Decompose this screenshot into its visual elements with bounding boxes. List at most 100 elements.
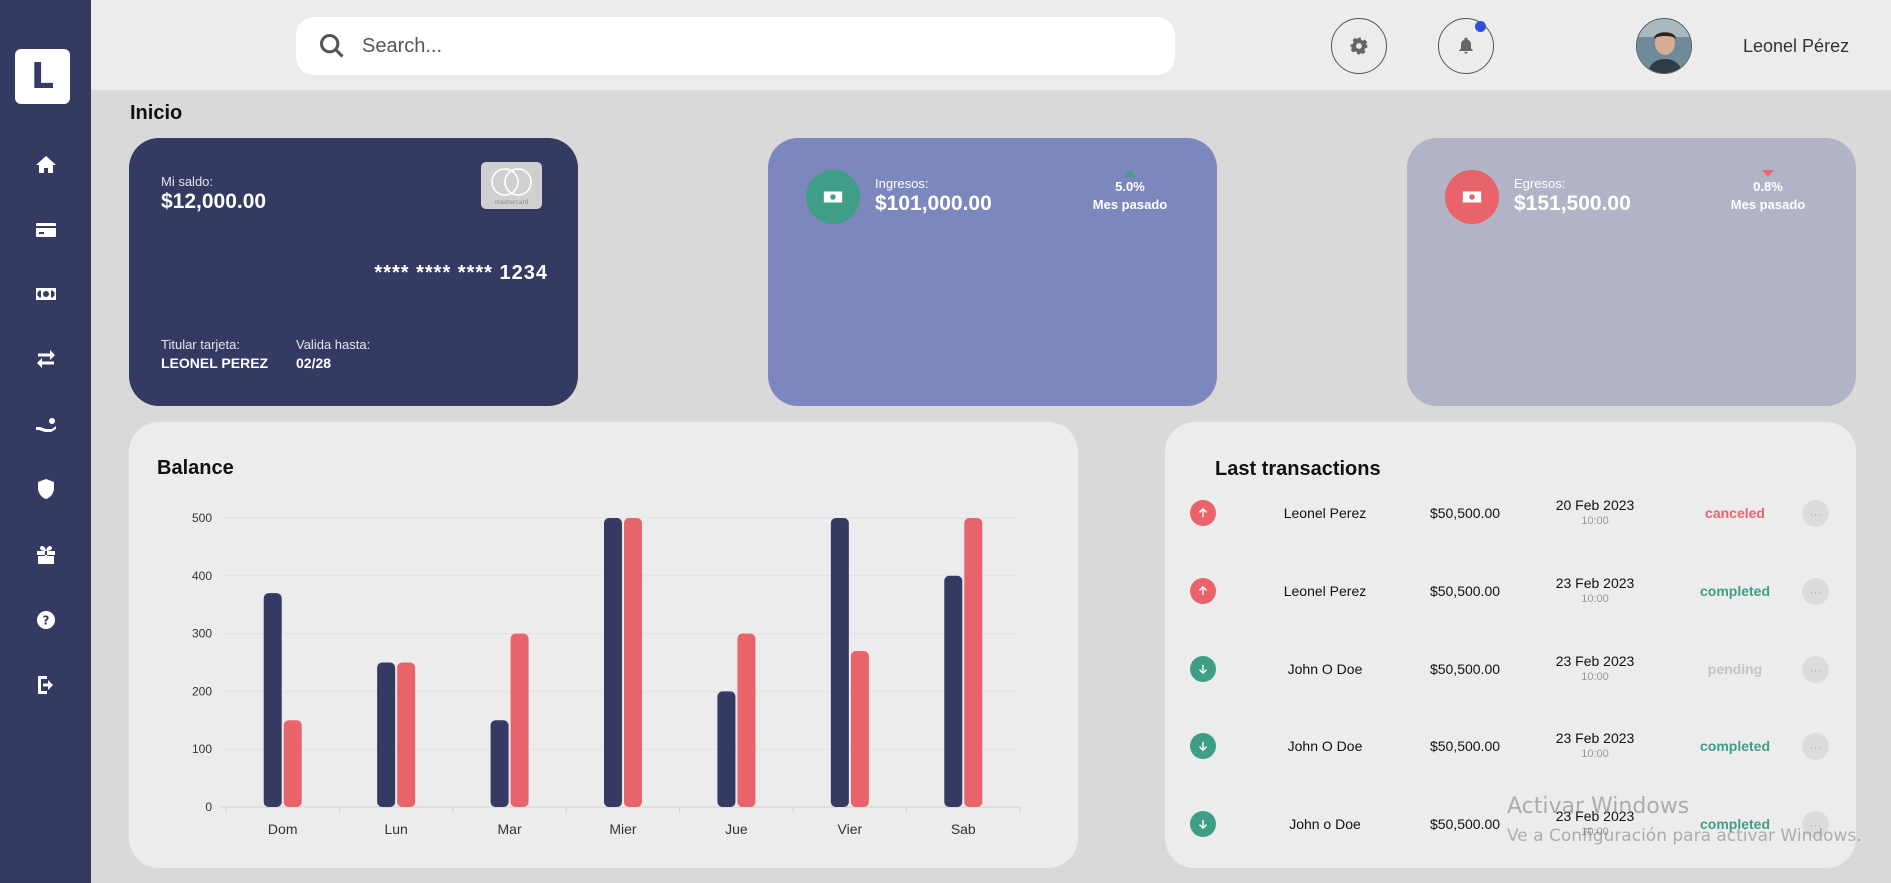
expense-card[interactable]: Egresos: $151,500.00 0.8% Mes pasado xyxy=(1407,138,1856,406)
credit-card-icon xyxy=(35,223,56,237)
income-trend: 5.0% Mes pasado xyxy=(1080,170,1180,212)
transaction-name: John O Doe xyxy=(1287,661,1363,677)
page-title: Inicio xyxy=(130,102,183,124)
x-tick-label: Lun xyxy=(384,821,407,837)
transaction-name: John O Doe xyxy=(1287,738,1363,754)
sidebar-item-home[interactable] xyxy=(0,145,91,185)
money-icon xyxy=(35,288,56,300)
shield-icon xyxy=(37,479,54,499)
transaction-row[interactable]: Leonel Perez $50,500.00 23 Feb 2023 10:00 co… xyxy=(1165,571,1856,611)
balance-card[interactable]: Mi saldo: $12,000.00 mastercard **** ***… xyxy=(129,138,578,406)
transaction-row[interactable]: John O Doe $50,500.00 23 Feb 2023 10:00 comp… xyxy=(1165,726,1856,766)
x-tick-label: Mier xyxy=(609,821,637,837)
expense-amount: $151,500.00 xyxy=(1514,192,1631,215)
income-change: 5.0% xyxy=(1115,179,1145,194)
y-tick-label: 400 xyxy=(192,569,212,583)
bar xyxy=(397,662,416,807)
card-valid-label: Valida hasta: xyxy=(296,337,371,352)
more-options-button[interactable]: ··· xyxy=(1802,733,1829,760)
card-number: **** **** **** 1234 xyxy=(374,262,548,285)
trend-up-icon xyxy=(1124,170,1136,177)
transaction-row[interactable]: John O Doe $50,500.00 23 Feb 2023 10:00 pend… xyxy=(1165,649,1856,689)
x-tick-label: Dom xyxy=(268,821,298,837)
search-icon xyxy=(319,33,344,58)
transaction-direction xyxy=(1190,578,1216,604)
search-box[interactable] xyxy=(296,17,1175,75)
sidebar-item-rewards[interactable] xyxy=(0,535,91,575)
expense-coin xyxy=(1445,170,1499,224)
arrow-down-icon xyxy=(1199,664,1207,675)
y-tick-label: 500 xyxy=(192,511,212,525)
balance-label: Mi saldo: xyxy=(161,174,214,189)
bar xyxy=(624,518,642,807)
bar xyxy=(283,720,302,807)
more-options-button[interactable]: ··· xyxy=(1802,656,1829,683)
transaction-row[interactable]: Leonel Perez $50,500.00 20 Feb 2023 10:00 ca… xyxy=(1165,493,1856,533)
transaction-date: 23 Feb 2023 xyxy=(1555,653,1635,669)
card-valid-date: 02/28 xyxy=(296,355,332,371)
top-bar: Leonel Pérez xyxy=(91,0,1891,90)
transaction-amount: $50,500.00 xyxy=(1429,505,1501,521)
avatar[interactable] xyxy=(1636,18,1692,74)
card-holder: LEONEL PEREZ xyxy=(161,355,269,371)
income-coin xyxy=(806,170,860,224)
bar xyxy=(717,691,736,807)
bar xyxy=(964,518,983,807)
trend-down-icon xyxy=(1762,170,1774,177)
transaction-amount: $50,500.00 xyxy=(1429,583,1501,599)
transaction-time: 10:00 xyxy=(1581,671,1609,683)
card-holder-label: Titular tarjeta: xyxy=(161,337,240,352)
transaction-time: 10:00 xyxy=(1581,748,1609,760)
watermark-subtitle: Ve a Configuración para activar Windows. xyxy=(1507,826,1862,846)
transaction-time: 10:00 xyxy=(1581,593,1609,605)
transaction-direction xyxy=(1190,500,1216,526)
bar xyxy=(377,662,396,807)
y-tick-label: 100 xyxy=(192,742,212,756)
income-card[interactable]: Ingresos: $101,000.00 5.0% Mes pasado xyxy=(768,138,1217,406)
transaction-status: pending xyxy=(1707,661,1763,677)
transaction-time: 10:00 xyxy=(1581,515,1609,527)
income-amount: $101,000.00 xyxy=(875,192,992,215)
bar xyxy=(604,518,622,807)
sidebar-item-help[interactable]: ? xyxy=(0,600,91,640)
x-tick-label: Jue xyxy=(725,821,748,837)
user-name[interactable]: Leonel Pérez xyxy=(1743,36,1849,57)
settings-button[interactable] xyxy=(1331,18,1387,74)
sidebar-item-transfers[interactable] xyxy=(0,339,91,379)
card-number-last: 1234 xyxy=(499,262,548,284)
money-icon xyxy=(823,191,843,203)
app-logo[interactable]: L xyxy=(15,49,70,104)
x-tick-label: Mar xyxy=(498,821,522,837)
transfer-icon xyxy=(36,350,55,368)
y-tick-label: 300 xyxy=(192,627,212,641)
sidebar-item-cards[interactable] xyxy=(0,210,91,250)
svg-text:?: ? xyxy=(42,614,49,628)
transaction-direction xyxy=(1190,656,1216,682)
notification-dot xyxy=(1475,21,1486,32)
x-tick-label: Sab xyxy=(951,821,976,837)
home-icon xyxy=(35,156,56,173)
transaction-amount: $50,500.00 xyxy=(1429,738,1501,754)
sidebar-item-loans[interactable] xyxy=(0,404,91,444)
logout-icon xyxy=(37,676,53,694)
gift-icon xyxy=(36,546,55,564)
search-input[interactable] xyxy=(362,27,1142,65)
more-options-button[interactable]: ··· xyxy=(1802,578,1829,605)
transaction-amount: $50,500.00 xyxy=(1429,661,1501,677)
sidebar-item-security[interactable] xyxy=(0,469,91,509)
transaction-date: 23 Feb 2023 xyxy=(1555,730,1635,746)
income-period: Mes pasado xyxy=(1092,197,1168,212)
notifications-button[interactable] xyxy=(1438,18,1494,74)
transaction-date: 20 Feb 2023 xyxy=(1555,497,1635,513)
y-tick-label: 0 xyxy=(205,800,212,814)
sidebar-item-logout[interactable] xyxy=(0,665,91,705)
sidebar: L ? xyxy=(0,0,91,883)
expense-label: Egresos: xyxy=(1514,176,1566,191)
sidebar-item-money[interactable] xyxy=(0,274,91,314)
more-options-button[interactable]: ··· xyxy=(1802,500,1829,527)
bar xyxy=(830,518,849,807)
transaction-direction xyxy=(1190,811,1216,837)
bar xyxy=(944,575,963,807)
arrow-up-icon xyxy=(1199,507,1207,518)
bell-icon xyxy=(1459,37,1473,54)
